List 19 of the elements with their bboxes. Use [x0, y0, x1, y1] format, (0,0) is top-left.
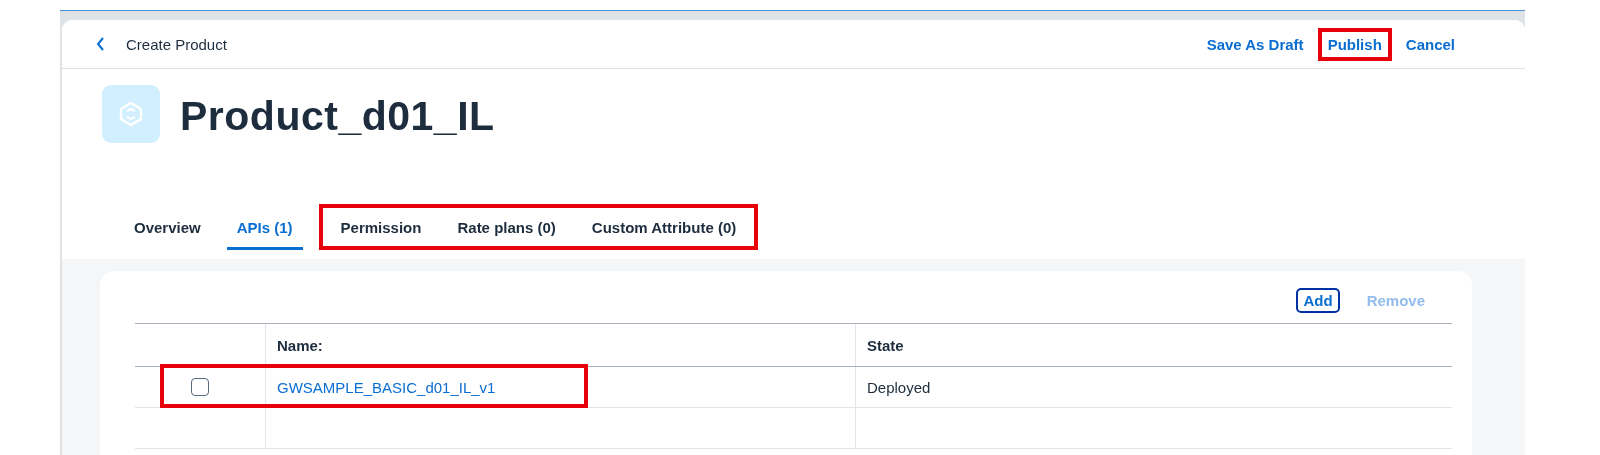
back-button[interactable]	[96, 37, 106, 51]
tab[interactable]: APIs (1)	[226, 204, 303, 250]
toolbar-button[interactable]: Add	[1296, 287, 1340, 313]
api-name-link[interactable]: GWSAMPLE_BASIC_d01_IL_v1	[277, 378, 496, 396]
tab[interactable]: Custom Attribute (0)	[581, 204, 747, 250]
object-title: Product_d01_IL	[180, 93, 495, 140]
row-checkbox[interactable]	[191, 378, 209, 396]
header-action[interactable]: Publish	[1321, 31, 1388, 57]
state-cell: Deployed	[867, 378, 931, 396]
tab[interactable]: Permission	[330, 204, 432, 250]
page-title: Create Product	[126, 35, 227, 53]
column-header: State	[867, 336, 904, 354]
header-action[interactable]: Save As Draft	[1200, 31, 1310, 57]
column-header: Name:	[277, 336, 323, 354]
chevron-left-icon	[96, 37, 106, 51]
cube-icon	[118, 101, 144, 127]
tab[interactable]: Overview	[124, 204, 211, 250]
header-action[interactable]: Cancel	[1399, 31, 1461, 57]
tab[interactable]: Rate plans (0)	[447, 204, 566, 250]
